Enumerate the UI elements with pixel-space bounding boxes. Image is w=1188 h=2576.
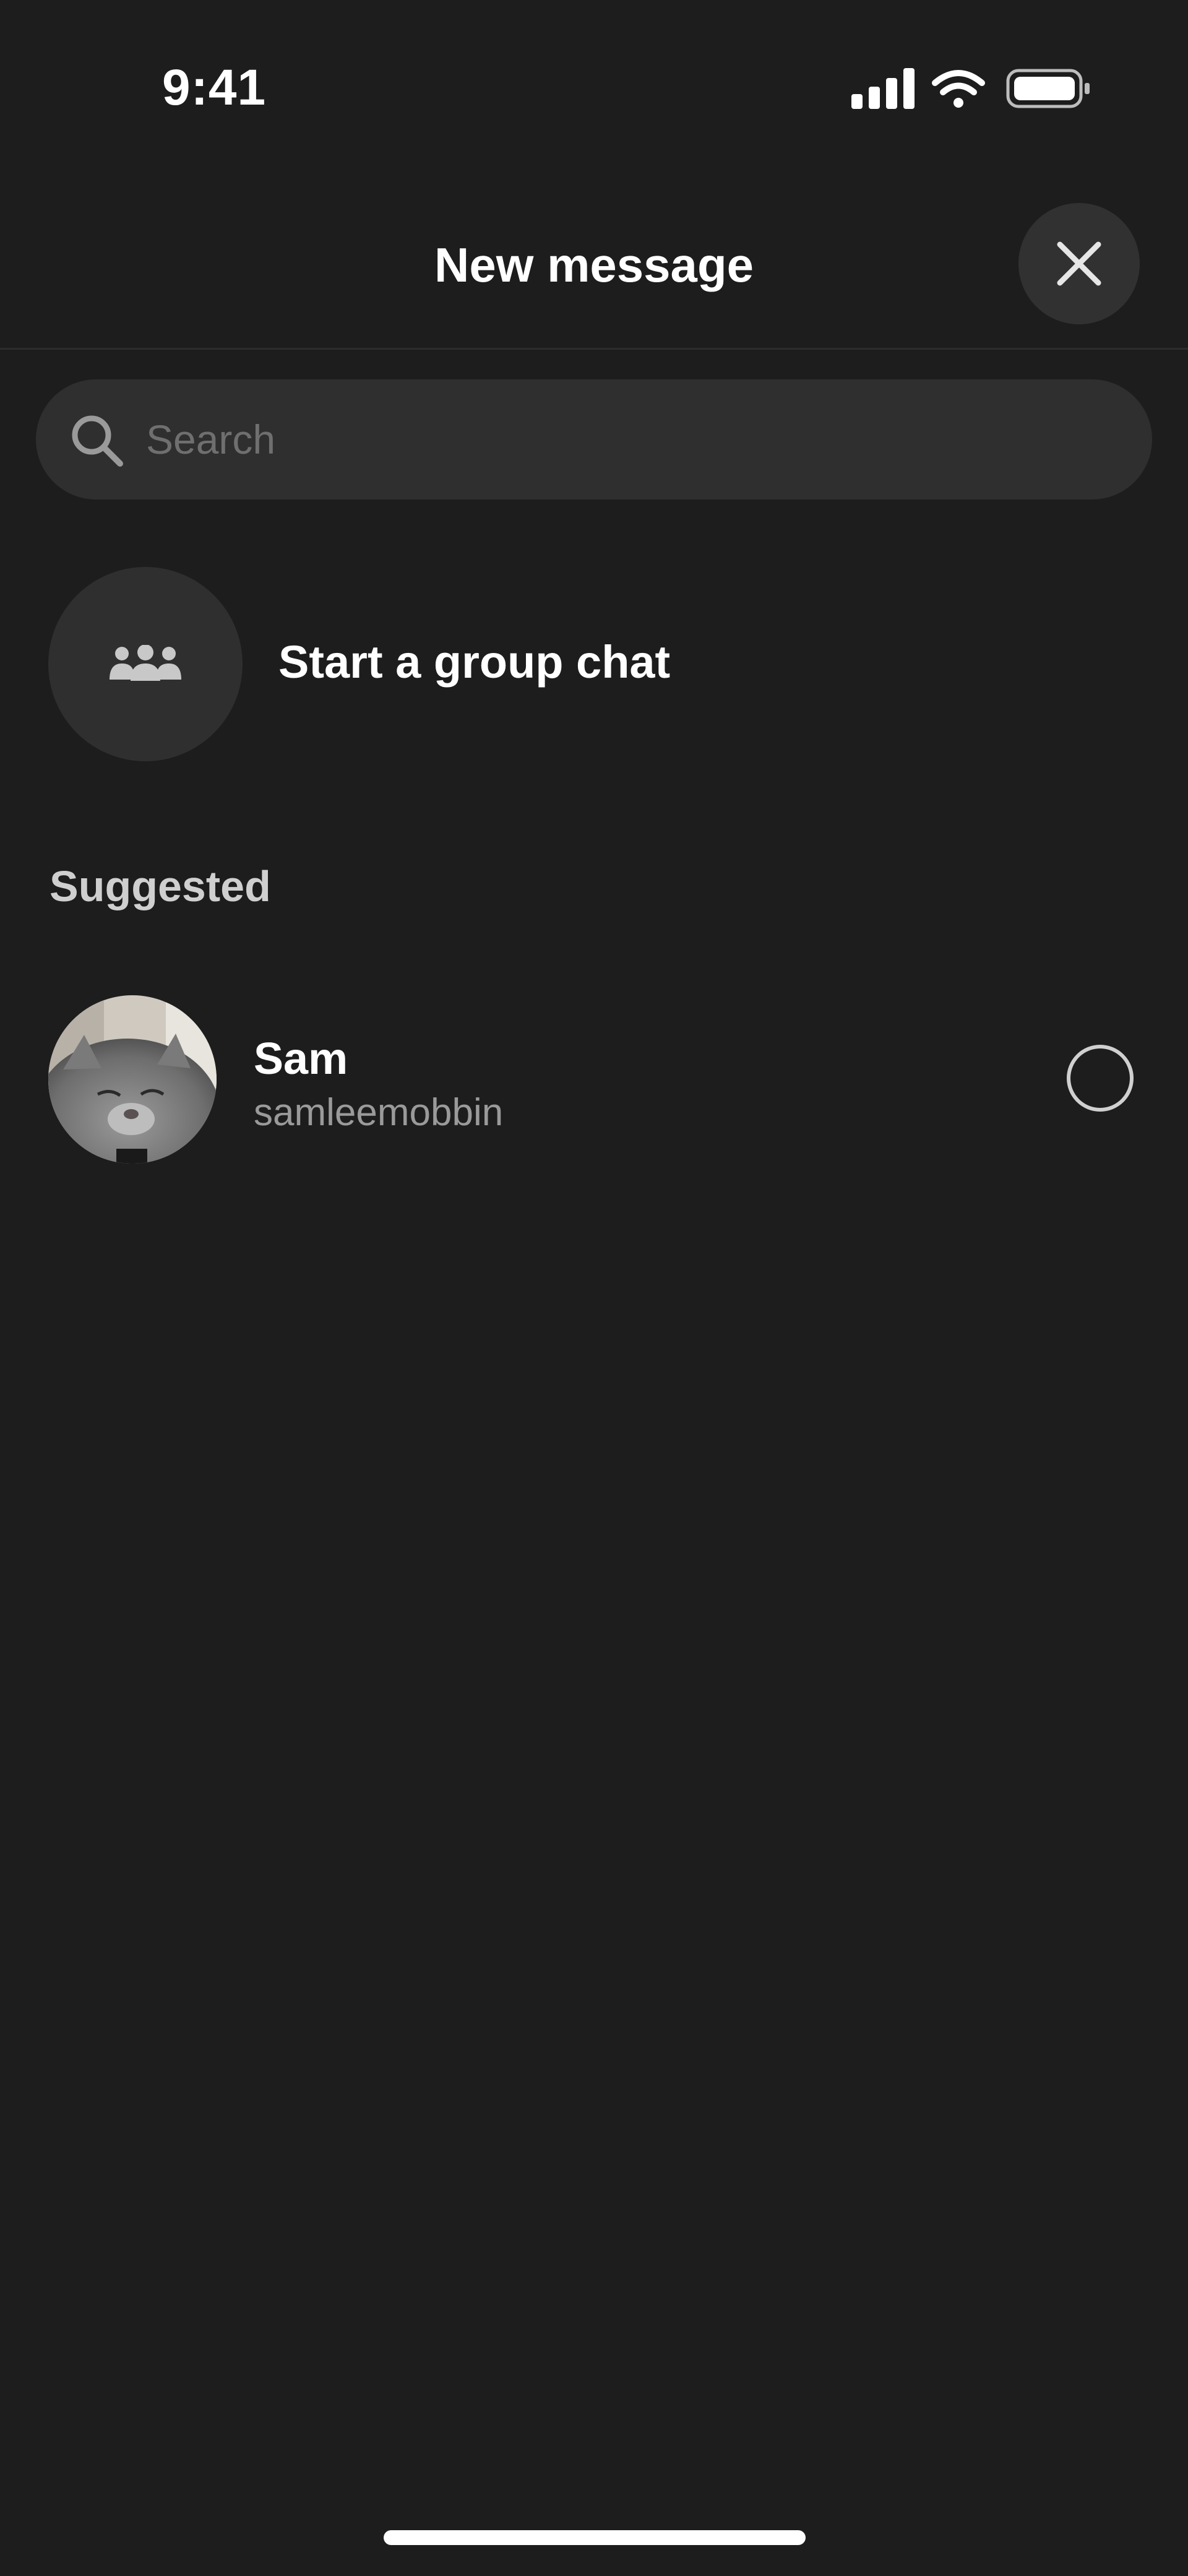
close-button[interactable] (1018, 203, 1140, 324)
close-icon (1057, 241, 1101, 286)
contact-username: samleemobbin (254, 1091, 504, 1134)
select-contact-radio[interactable] (1067, 1045, 1134, 1112)
start-group-chat-row[interactable]: Start a group chat (48, 567, 1140, 761)
cat-photo-avatar (48, 995, 217, 1164)
battery-icon (1006, 69, 1090, 108)
wifi-icon (932, 70, 985, 108)
header-divider (0, 348, 1188, 350)
status-icons (851, 68, 1090, 109)
search-input[interactable] (146, 379, 1111, 499)
search-bar[interactable] (36, 379, 1152, 499)
cellular-signal-icon (851, 68, 915, 109)
suggested-section-label: Suggested (50, 862, 271, 910)
group-chat-icon-circle (48, 567, 243, 761)
contact-row[interactable]: Sam samleemobbin (48, 995, 1140, 1164)
search-icon (72, 415, 123, 467)
page-title: New message (434, 238, 754, 292)
group-people-icon (110, 645, 181, 681)
contact-name: Sam (254, 1034, 348, 1084)
status-time: 9:41 (162, 59, 267, 116)
home-indicator[interactable] (384, 2530, 806, 2545)
start-group-chat-label: Start a group chat (278, 636, 671, 688)
avatar (48, 995, 217, 1164)
